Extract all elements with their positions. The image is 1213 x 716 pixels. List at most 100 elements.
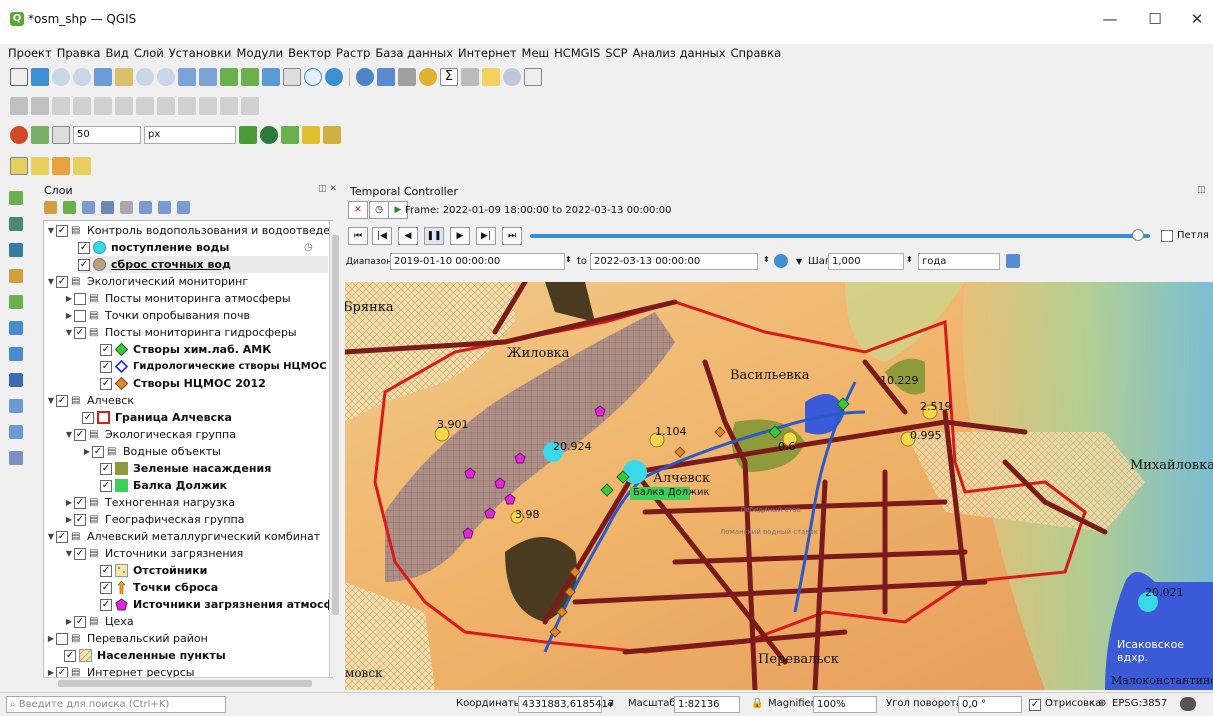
layer-water-intake[interactable]: ✓ поступление воды ◷ xyxy=(78,239,313,256)
layer-checkbox[interactable]: ✓ xyxy=(100,581,112,594)
layer-group-ecology[interactable]: ▼ ✓ ▤ Экологическая группа xyxy=(64,426,236,443)
expand-arrow-icon[interactable]: ▶ xyxy=(46,668,56,677)
expand-arrow-icon[interactable]: ▶ xyxy=(64,515,74,524)
layer-checkbox[interactable]: ✓ xyxy=(100,598,112,611)
trace-icon[interactable] xyxy=(302,126,320,144)
messages-icon[interactable] xyxy=(1180,697,1196,711)
layer-group-pollution-sources[interactable]: ▼ ✓ ▤ Источники загрязнения xyxy=(64,545,243,562)
measure-icon[interactable] xyxy=(461,68,479,86)
select-by-value-icon[interactable] xyxy=(31,157,49,175)
add-spatialite-icon[interactable] xyxy=(9,295,23,309)
layer-settlements[interactable]: ✓ Населенные пункты xyxy=(64,647,226,664)
fixed-range-clock-icon[interactable]: ◷ xyxy=(369,201,389,219)
layers-horizontal-scrollbar[interactable] xyxy=(44,677,332,689)
copy-icon[interactable] xyxy=(178,97,196,115)
intersection-icon[interactable] xyxy=(281,126,299,144)
layer-group-alchevsk[interactable]: ▼ ✓ ▤ Алчевск xyxy=(46,392,134,409)
pause-button[interactable]: ❚❚ xyxy=(424,227,444,245)
vertex-tool-icon[interactable] xyxy=(94,97,112,115)
select-location-icon[interactable] xyxy=(73,157,91,175)
scale-select[interactable]: 1:82136 xyxy=(674,696,740,713)
filter-legend-icon[interactable] xyxy=(120,201,133,214)
pan-to-selection-icon[interactable] xyxy=(31,68,49,86)
add-wcs-icon[interactable] xyxy=(9,399,23,413)
layer-checkbox[interactable]: ✓ xyxy=(56,275,68,288)
self-snap-icon[interactable] xyxy=(323,126,341,144)
add-mesh-icon[interactable] xyxy=(9,243,23,257)
statistics-icon[interactable] xyxy=(398,68,416,86)
fast-forward-end-button[interactable]: ⏭ xyxy=(502,227,522,245)
layer-group-soil-points[interactable]: ▶ ▤ Точки опробывания почв xyxy=(64,307,250,324)
undo-icon[interactable] xyxy=(220,97,238,115)
layer-alchevsk-border[interactable]: ✓ Граница Алчевска xyxy=(82,409,232,426)
collapse-arrow-icon[interactable]: ▼ xyxy=(64,430,74,439)
layer-checkbox[interactable] xyxy=(74,309,86,322)
expand-arrow-icon[interactable]: ▶ xyxy=(64,311,74,320)
time-slider-handle[interactable] xyxy=(1131,229,1144,241)
layer-group-water-objects[interactable]: ▶ ✓ ▤ Водные объекты xyxy=(82,443,221,460)
layer-group-perevalsk[interactable]: ▶ ▤ Перевальский район xyxy=(46,630,208,647)
select-features-icon[interactable] xyxy=(10,157,28,175)
menu-vector[interactable]: Вектор xyxy=(288,44,336,63)
time-slider-track[interactable] xyxy=(530,234,1150,238)
layer-balka-dolzhik[interactable]: ✓ Балка Должик xyxy=(100,477,227,494)
lock-icon[interactable]: 🔒 xyxy=(751,698,763,709)
layer-checkbox[interactable]: ✓ xyxy=(100,462,112,475)
layer-settling-ponds[interactable]: ✓ Отстойники xyxy=(100,562,207,579)
layer-checkbox[interactable]: ✓ xyxy=(74,428,86,441)
map-canvas[interactable]: Брянка Жиловка Васильевка Алчевск Михайл… xyxy=(345,282,1213,690)
settings-gear-icon[interactable] xyxy=(419,68,437,86)
layer-checkbox[interactable]: ✓ xyxy=(92,445,104,458)
style-icon[interactable] xyxy=(44,201,57,214)
layer-checkbox[interactable] xyxy=(74,292,86,305)
layer-checkbox[interactable]: ✓ xyxy=(100,377,112,390)
avoid-overlap-icon[interactable] xyxy=(260,126,278,144)
zoom-layer-icon[interactable] xyxy=(136,68,154,86)
menu-layer[interactable]: Слой xyxy=(134,44,169,63)
identify-icon[interactable] xyxy=(356,68,374,86)
render-checkbox[interactable]: ✓ xyxy=(1029,699,1041,711)
expand-arrow-icon[interactable]: ▶ xyxy=(64,294,74,303)
visibility-icon[interactable] xyxy=(82,201,95,214)
add-postgis-icon[interactable] xyxy=(9,321,23,335)
edit-icon[interactable] xyxy=(31,97,49,115)
new-layer-icon[interactable] xyxy=(9,451,23,465)
menu-database[interactable]: База данных xyxy=(375,44,458,63)
menu-help[interactable]: Справка xyxy=(731,44,787,63)
snap-type-icon[interactable] xyxy=(52,126,70,144)
menu-mesh[interactable]: Меш xyxy=(522,44,555,63)
expand-arrow-icon[interactable]: ▶ xyxy=(64,617,74,626)
expand-all-icon[interactable] xyxy=(139,201,152,214)
layer-checkbox[interactable]: ✓ xyxy=(100,360,112,373)
rewind-start-button[interactable]: ⏮ xyxy=(348,227,368,245)
collapse-all-icon[interactable] xyxy=(158,201,171,214)
zoom-last-icon[interactable] xyxy=(178,68,196,86)
new-3d-map-icon[interactable] xyxy=(241,68,259,86)
magnifier-field[interactable]: 100% xyxy=(813,696,877,713)
add-raster-icon[interactable] xyxy=(9,217,23,231)
layer-group-geographic[interactable]: ▶ ✓ ▤ Географическая группа xyxy=(64,511,245,528)
disable-temporal-button[interactable]: ✕ xyxy=(348,201,368,219)
play-backward-button[interactable]: ◀ xyxy=(398,227,418,245)
menu-settings[interactable]: Установки xyxy=(169,44,237,63)
cut-icon[interactable] xyxy=(157,97,175,115)
temporal-controller-icon[interactable] xyxy=(304,68,322,86)
collapse-arrow-icon[interactable]: ▼ xyxy=(64,328,74,337)
layer-group-water-control[interactable]: ▼ ✓ ▤ Контроль водопользования и водоотведе… xyxy=(46,222,332,239)
menu-edit[interactable]: Правка xyxy=(57,44,106,63)
add-wfs-icon[interactable] xyxy=(9,373,23,387)
filter-icon[interactable] xyxy=(101,201,114,214)
export-animation-icon[interactable] xyxy=(1006,254,1020,268)
layer-checkbox[interactable]: ✓ xyxy=(64,649,76,662)
menu-hcmgis[interactable]: HCMGIS xyxy=(554,44,605,63)
layer-checkbox[interactable]: ✓ xyxy=(74,326,86,339)
magnet-icon[interactable] xyxy=(10,126,28,144)
topology-icon[interactable] xyxy=(239,126,257,144)
menu-web[interactable]: Интернет xyxy=(458,44,522,63)
layer-amk-sections[interactable]: ✓ Створы хим.лаб. АМК xyxy=(100,341,271,358)
sum-icon[interactable]: Σ xyxy=(440,68,458,86)
delete-icon[interactable] xyxy=(136,97,154,115)
zoom-native-icon[interactable] xyxy=(157,68,175,86)
search-icon[interactable] xyxy=(503,68,521,86)
layer-ncmos-2012[interactable]: ✓ Створы НЦМОС 2012 xyxy=(100,375,266,392)
